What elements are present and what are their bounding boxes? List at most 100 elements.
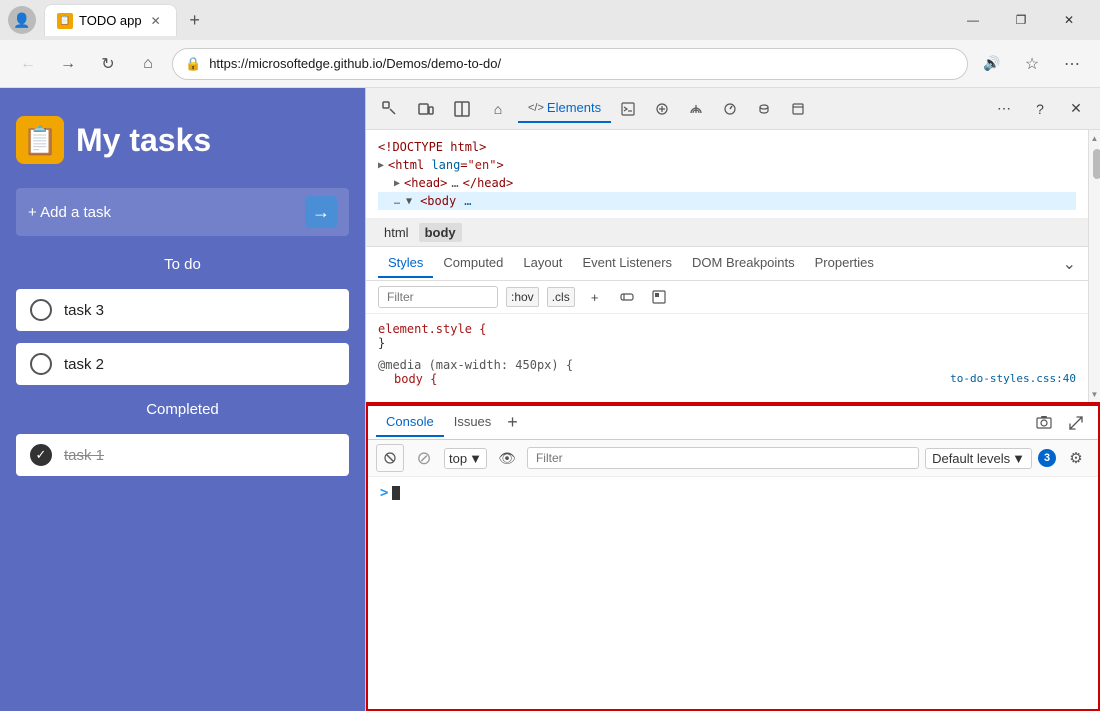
devtools-upper-content: <!DOCTYPE html> ▶ <html lang="en"> ▶ <he… [366,130,1088,402]
tab-close-button[interactable]: ✕ [148,13,164,29]
block-icon[interactable]: ⊘ [410,444,438,472]
add-style-rule-button[interactable]: + [583,285,607,309]
completed-section-label: Completed [16,397,349,422]
computed-subtab[interactable]: Computed [433,249,513,278]
inspect-element-button[interactable] [374,93,406,125]
more-button[interactable]: ⋯ [1056,48,1088,80]
color-palette-button[interactable] [647,285,671,309]
help-button[interactable]: ? [1024,93,1056,125]
todo-app: 📋 My tasks + Add a task → To do task 3 t… [0,88,365,711]
toggle-panel-button[interactable] [446,93,478,125]
task-checkbox-1[interactable]: ✓ [30,444,52,466]
cls-button[interactable]: .cls [547,287,575,307]
css-close-brace-1: } [378,336,385,350]
scroll-down-arrow[interactable]: ▼ [1091,388,1098,400]
styles-filter-input[interactable] [378,286,498,308]
eye-button[interactable]: 👁 [493,444,521,472]
todo-title: My tasks [76,122,211,159]
profile-icon[interactable]: 👤 [8,6,36,34]
console-expand-button[interactable] [1062,409,1090,437]
styles-subtab[interactable]: Styles [378,249,433,278]
title-bar: 👤 📋 TODO app ✕ + — ❐ ✕ [0,0,1100,40]
elements-tab[interactable]: </> Elements [518,94,611,123]
issues-tab[interactable]: Issues [444,408,502,437]
read-aloud-button[interactable]: 🔊 [976,48,1008,80]
url-bar[interactable]: 🔒 https://microsoftedge.github.io/Demos/… [172,48,968,80]
lock-icon: 🔒 [185,56,201,72]
browser-window: 👤 📋 TODO app ✕ + — ❐ ✕ ← → ↻ ⌂ 🔒 https:/… [0,0,1100,711]
close-button[interactable]: ✕ [1046,4,1092,36]
refresh-button[interactable]: ↻ [92,48,124,80]
body-line[interactable]: … ▼ <body … [378,192,1076,210]
body-tag: <body [420,194,456,208]
log-level-selector[interactable]: Default levels ▼ [925,448,1032,469]
task-item[interactable]: task 3 [16,289,349,331]
html-tree: <!DOCTYPE html> ▶ <html lang="en"> ▶ <he… [366,130,1088,219]
upper-scrollbar[interactable]: ▲ ▼ [1088,130,1100,402]
memory-tab[interactable] [747,94,781,123]
toggle-element-state-button[interactable] [615,285,639,309]
context-selector[interactable]: top ▼ [444,448,487,469]
back-button[interactable]: ← [12,48,44,80]
dom-breakpoints-subtab[interactable]: DOM Breakpoints [682,249,805,278]
scroll-up-arrow[interactable]: ▲ [1091,132,1098,144]
add-task-button[interactable]: → [305,196,337,228]
expand-head-icon[interactable]: ▶ [394,178,400,189]
event-listeners-subtab[interactable]: Event Listeners [572,249,682,278]
expand-html-icon[interactable]: ▶ [378,160,384,171]
clear-console-button[interactable] [376,444,404,472]
scroll-track [1091,144,1098,388]
subtabs-more-button[interactable]: ⌄ [1063,254,1076,274]
breadcrumb-html[interactable]: html [378,223,415,242]
close-devtools-button[interactable]: ✕ [1060,93,1092,125]
console-screenshot-button[interactable] [1030,409,1058,437]
more-devtools-panels-button[interactable]: ⋯ [988,93,1020,125]
network-tab[interactable] [679,94,713,123]
console-prompt[interactable]: > [380,485,1086,501]
hov-button[interactable]: :hov [506,287,539,307]
console-settings-button[interactable]: ⚙ [1062,444,1090,472]
todo-header: 📋 My tasks [16,108,349,172]
home-button[interactable]: ⌂ [132,48,164,80]
new-tab-button[interactable]: + [181,6,209,34]
properties-subtab[interactable]: Properties [805,249,884,278]
css-source-link[interactable]: to-do-styles.css:40 [950,372,1076,386]
console-prompt-arrow: > [380,485,388,501]
device-emulation-button[interactable] [410,93,442,125]
css-rule-media: @media (max-width: 450px) { body { to-do… [378,358,1076,386]
devtools-upper: <!DOCTYPE html> ▶ <html lang="en"> ▶ <he… [366,130,1100,402]
head-ellipsis: … [451,176,458,190]
add-console-panel-button[interactable]: + [501,412,524,433]
css-selector-line: body { to-do-styles.css:40 [378,372,1076,386]
scroll-thumb[interactable] [1093,149,1100,179]
log-level-dropdown-icon: ▼ [1012,451,1025,466]
performance-tab[interactable] [713,94,747,123]
devtools-body: <!DOCTYPE html> ▶ <html lang="en"> ▶ <he… [366,130,1100,711]
task-item[interactable]: task 2 [16,343,349,385]
active-tab[interactable]: 📋 TODO app ✕ [44,4,177,36]
console-tab[interactable]: Console [376,408,444,437]
console-tools [1030,409,1090,437]
favorites-button[interactable]: ☆ [1016,48,1048,80]
task-checkbox-2[interactable] [30,353,52,375]
maximize-button[interactable]: ❐ [998,4,1044,36]
console-filter-input[interactable] [527,447,919,469]
layout-subtab[interactable]: Layout [513,249,572,278]
task-checkbox-3[interactable] [30,299,52,321]
console-panel: Console Issues + [366,402,1100,711]
breadcrumb-body[interactable]: body [419,223,462,242]
styles-filter-bar: :hov .cls + [366,281,1088,314]
console-devtools-tab[interactable] [611,94,645,123]
add-task-row[interactable]: + Add a task → [16,188,349,236]
sources-tab[interactable] [645,94,679,123]
head-line[interactable]: ▶ <head> … </head> [378,174,1076,192]
console-error-badge: 3 [1038,449,1056,467]
forward-button[interactable]: → [52,48,84,80]
minimize-button[interactable]: — [950,4,996,36]
html-line[interactable]: ▶ <html lang="en"> [378,156,1076,174]
task-item-done[interactable]: ✓ task 1 [16,434,349,476]
console-content[interactable]: > [368,477,1098,709]
application-tab[interactable] [781,94,815,123]
home-devtools-button[interactable]: ⌂ [482,93,514,125]
styles-subtabs: Styles Computed Layout Event Listeners D… [366,247,1088,281]
